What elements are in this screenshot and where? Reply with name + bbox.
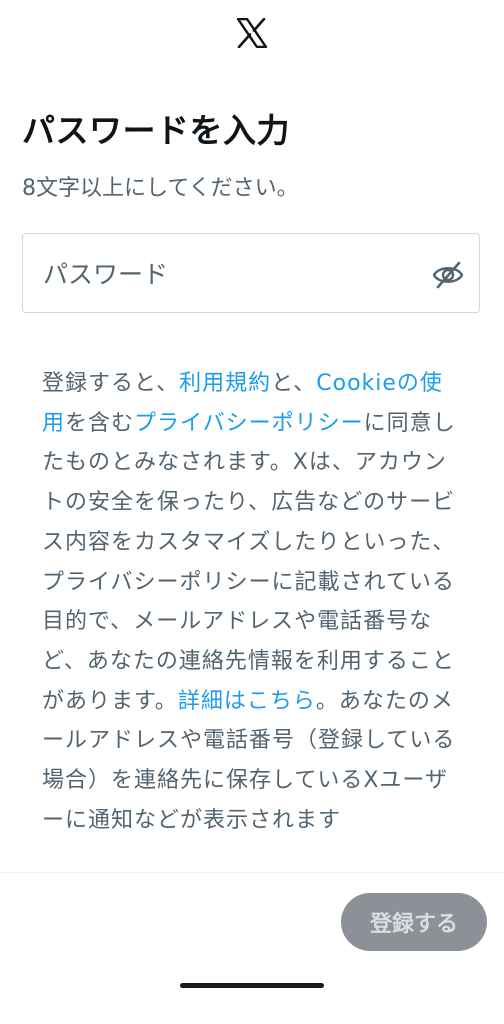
home-indicator	[180, 983, 324, 988]
terms-link[interactable]: 利用規約	[179, 371, 271, 396]
legal-text: に同意したものとみなされます。Xは、アカウントの安全を保ったり、広告などのサービ…	[42, 410, 456, 714]
page-title: パスワードを入力	[22, 111, 290, 150]
legal-text: を含む	[65, 410, 135, 436]
scroll-fade	[0, 840, 504, 872]
legal-text: と、	[271, 371, 317, 396]
page-subtitle: 8文字以上にしてください。	[22, 176, 299, 201]
legal-notice: 登録すると、利用規約と、Cookieの使用を含むプライバシーポリシーに同意したも…	[42, 364, 462, 870]
eye-off-icon[interactable]	[431, 258, 465, 292]
signup-button[interactable]: 登録する	[341, 893, 487, 951]
password-field[interactable]	[22, 233, 480, 313]
legal-text: 登録すると、	[42, 371, 180, 396]
password-input[interactable]	[43, 252, 413, 296]
privacy-policy-link[interactable]: プライバシーポリシー	[134, 411, 364, 436]
x-logo-icon	[236, 18, 268, 48]
details-link[interactable]: 詳細はこちら	[178, 689, 316, 714]
